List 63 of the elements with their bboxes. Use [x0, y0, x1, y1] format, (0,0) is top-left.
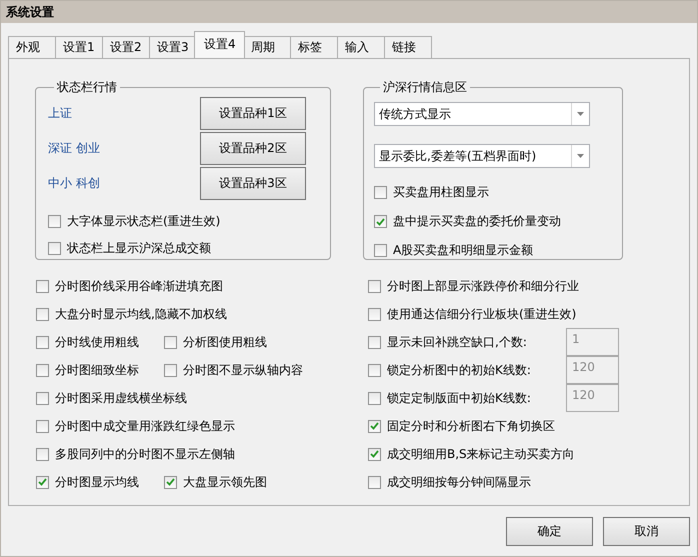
checkbox[interactable]	[48, 242, 61, 255]
caret-icon	[577, 112, 584, 116]
checkbox[interactable]	[368, 308, 381, 320]
group-title: 沪深行情信息区	[382, 79, 468, 96]
checkbox-label: 分时线使用粗线	[55, 334, 139, 350]
checkbox-label: 分时图上部显示涨跌停价和细分行业	[387, 278, 579, 294]
checkbox[interactable]	[36, 364, 49, 376]
checkbox-label: 显示未回补跳空缺口,个数:	[387, 334, 527, 350]
checkbox-label: 成交明细用B,S来标记主动买卖方向	[387, 446, 575, 462]
checkbox[interactable]	[36, 280, 49, 292]
checkbox-label: A股买卖盘和明细显示金额	[393, 242, 534, 259]
checkbox[interactable]	[36, 476, 49, 488]
caret-icon	[577, 154, 584, 158]
checkbox[interactable]	[36, 448, 49, 460]
checkbox[interactable]	[374, 244, 387, 257]
checkbox-label: 大盘显示领先图	[183, 474, 267, 490]
tab[interactable]: 设置4	[194, 31, 245, 58]
checkbox-label: 分时图中成交量用涨跌红绿色显示	[55, 418, 235, 434]
checkbox[interactable]	[164, 336, 177, 348]
checkbox[interactable]	[368, 420, 381, 432]
checkbox-label: 分时图细致坐标	[55, 362, 139, 378]
checkbox[interactable]	[36, 420, 49, 432]
checkbox[interactable]	[374, 215, 387, 228]
checkbox-label: 多股同列中的分时图不显示左侧轴	[55, 446, 235, 462]
checkbox-label: 成交明细按每分钟间隔显示	[387, 474, 531, 490]
checkbox-label: 盘中提示买卖盘的委托价量变动	[393, 213, 561, 230]
checkbox[interactable]	[48, 215, 61, 228]
checkbox[interactable]	[374, 186, 387, 199]
dialog-button[interactable]: 取消	[603, 517, 690, 546]
checkbox-label: 使用通达信细分行业板块(重进生效)	[387, 306, 576, 322]
checkbox-label: 固定分时和分析图右下角切换区	[387, 418, 555, 434]
checkbox-label: 买卖盘用柱图显示	[393, 184, 489, 201]
checkbox-label: 大盘分时显示均线,隐藏不加权线	[55, 306, 227, 322]
setup-button[interactable]: 设置品种1区	[200, 96, 306, 130]
checkbox-label: 锁定定制版面中初始K线数:	[387, 390, 531, 406]
checkbox[interactable]	[36, 392, 49, 404]
tab[interactable]: 链接	[384, 36, 432, 58]
setup-button[interactable]: 设置品种2区	[200, 132, 306, 164]
checkbox-label: 分时图价线采用谷峰渐进填充图	[55, 278, 223, 294]
dropdown[interactable]: 显示委比,委差等(五档界面时)	[374, 144, 590, 168]
market-label: 深证 创业	[48, 140, 100, 156]
checkbox-label: 锁定分析图中的初始K线数:	[387, 362, 531, 378]
checkbox[interactable]	[36, 336, 49, 348]
market-label: 上证	[48, 104, 72, 122]
checkbox-label: 状态栏上显示沪深总成交额	[67, 240, 211, 257]
setup-button[interactable]: 设置品种3区	[200, 166, 306, 200]
checkbox[interactable]	[368, 448, 381, 460]
checkbox[interactable]	[164, 364, 177, 376]
dialog-button[interactable]: 确定	[506, 517, 593, 546]
tab[interactable]: 外观	[8, 36, 56, 58]
window-title: 系统设置	[1, 1, 697, 23]
checkbox[interactable]	[36, 308, 49, 320]
checkbox[interactable]	[164, 476, 177, 488]
checkbox-label: 分时图不显示纵轴内容	[183, 362, 303, 378]
checkbox[interactable]	[368, 476, 381, 488]
dropdown[interactable]: 传统方式显示	[374, 102, 590, 126]
checkbox-label: 分析图使用粗线	[183, 334, 267, 350]
group-title: 状态栏行情	[56, 79, 118, 96]
checkbox-label: 大字体显示状态栏(重进生效)	[67, 213, 220, 230]
checkbox[interactable]	[368, 280, 381, 292]
checkbox-label: 分时图采用虚线横坐标线	[55, 390, 187, 406]
checkbox-label: 分时图显示均线	[55, 474, 139, 490]
market-label: 中小 科创	[48, 174, 100, 192]
